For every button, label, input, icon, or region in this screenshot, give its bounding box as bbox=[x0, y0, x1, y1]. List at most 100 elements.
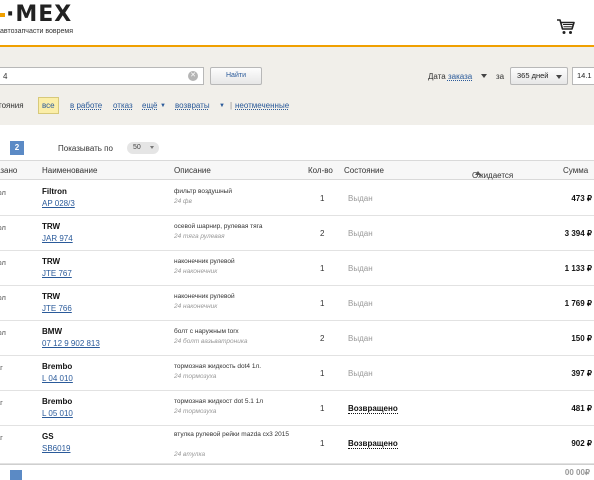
order-date: юл bbox=[0, 293, 6, 302]
article-link[interactable]: AP 028/3 bbox=[42, 199, 75, 208]
quantity: 1 bbox=[320, 369, 325, 378]
article-link[interactable]: JTE 766 bbox=[42, 304, 72, 313]
quantity: 2 bbox=[320, 229, 325, 238]
period-label: за bbox=[496, 72, 505, 81]
pagination-bar: 2 Показывать по 50 bbox=[0, 138, 594, 158]
col-sum[interactable]: Сумма bbox=[563, 166, 588, 175]
date-label-text: Дата bbox=[428, 72, 446, 81]
status-badge[interactable]: Возвращено bbox=[348, 404, 398, 414]
filter-in-work[interactable]: в работе bbox=[70, 99, 102, 113]
article-link[interactable]: 07 12 9 902 813 bbox=[42, 339, 100, 348]
date-field-link[interactable]: заказа bbox=[448, 72, 472, 81]
period-select[interactable]: 365 дней bbox=[510, 67, 568, 85]
quantity: 1 bbox=[320, 264, 325, 273]
status-badge[interactable]: Возвращено bbox=[348, 439, 398, 449]
table-row[interactable]: юл 0 TRW JTE 767 наконечник рулевой 24 н… bbox=[0, 251, 594, 286]
order-date: аг bbox=[0, 433, 3, 442]
article-link[interactable]: L 05 010 bbox=[42, 409, 73, 418]
comment: 24 тормозуха bbox=[174, 408, 217, 415]
date-field-chevron-down-icon[interactable] bbox=[481, 74, 487, 78]
quantity: 1 bbox=[320, 404, 325, 413]
filter-returns[interactable]: возвраты bbox=[175, 99, 210, 113]
col-qty[interactable]: Кол-во bbox=[308, 166, 333, 175]
order-date: юл bbox=[0, 188, 6, 197]
article-link[interactable]: SB6019 bbox=[42, 444, 70, 453]
page-size-select[interactable]: 50 bbox=[127, 142, 159, 154]
comment: 24 наконечник bbox=[174, 268, 218, 275]
filter-unmarked[interactable]: неотмеченные bbox=[235, 99, 289, 113]
table-row[interactable]: юл 5 Filtron AP 028/3 фильтр воздушный 2… bbox=[0, 181, 594, 216]
col-description[interactable]: Описание bbox=[174, 166, 211, 175]
description: болт с наружным torx bbox=[174, 328, 239, 335]
order-date: юл bbox=[0, 223, 6, 232]
table-row[interactable]: юл 6 TRW JAR 974 осевой шарнир, рулевая … bbox=[0, 216, 594, 251]
col-status[interactable]: Состояние bbox=[344, 166, 384, 175]
table-row[interactable]: аг 5 Brembo L 05 010 тормозная жидкост d… bbox=[0, 391, 594, 426]
sort-asc-icon bbox=[475, 171, 481, 175]
brand: BMW bbox=[42, 327, 62, 336]
status-badge: Выдан bbox=[348, 334, 373, 343]
article-link[interactable]: JAR 974 bbox=[42, 234, 73, 243]
filter-all[interactable]: все bbox=[38, 97, 59, 114]
brand: Filtron bbox=[42, 187, 67, 196]
description: тормозная жидкость dot4 1л. bbox=[174, 363, 262, 370]
article-link[interactable]: JTE 767 bbox=[42, 269, 72, 278]
row-sum: 481 ₽ bbox=[571, 404, 592, 413]
order-date: юл bbox=[0, 328, 6, 337]
brand: TRW bbox=[42, 222, 61, 231]
status-badge: Выдан bbox=[348, 369, 373, 378]
row-sum: 902 ₽ bbox=[571, 439, 592, 448]
row-sum: 1 133 ₽ bbox=[564, 264, 592, 273]
description: втулка рулевой рейки mazda cx3 2015 bbox=[174, 431, 289, 438]
order-date: аг bbox=[0, 398, 3, 407]
show-by-label: Показывать по bbox=[58, 144, 113, 153]
page-button-active[interactable]: 2 bbox=[10, 141, 24, 155]
col-ordered[interactable]: азано bbox=[0, 166, 17, 175]
status-badge: Выдан bbox=[348, 194, 373, 203]
description: тормозная жидкост dot 5.1 1л bbox=[174, 398, 264, 405]
filter-returns-chevron-down-icon[interactable]: ▼ bbox=[219, 99, 225, 113]
row-sum: 473 ₽ bbox=[571, 194, 592, 203]
row-sum: 150 ₽ bbox=[571, 334, 592, 343]
logo-text: ·MEX bbox=[6, 2, 73, 27]
status-badge: Выдан bbox=[348, 229, 373, 238]
search-input[interactable] bbox=[0, 67, 204, 85]
status-badge: Выдан bbox=[348, 264, 373, 273]
brand: TRW bbox=[42, 292, 61, 301]
table-row[interactable]: юл 5 BMW 07 12 9 902 813 болт с наружным… bbox=[0, 321, 594, 356]
description: наконечник рулевой bbox=[174, 293, 235, 300]
status-badge: Выдан bbox=[348, 299, 373, 308]
quantity: 1 bbox=[320, 299, 325, 308]
comment: 24 тормозуха bbox=[174, 373, 217, 380]
col-name[interactable]: Наименование bbox=[42, 166, 97, 175]
page-button-footer[interactable] bbox=[10, 470, 22, 480]
comment: 24 наконечник bbox=[174, 303, 218, 310]
orders-table-header: азано Наименование Описание Кол-во Состо… bbox=[0, 160, 594, 180]
brand: Brembo bbox=[42, 362, 73, 371]
quantity: 1 bbox=[320, 439, 325, 448]
find-button[interactable]: Найти bbox=[210, 67, 262, 85]
comment: 24 втулка bbox=[174, 451, 206, 458]
description: наконечник рулевой bbox=[174, 258, 235, 265]
row-sum: 3 394 ₽ bbox=[564, 229, 592, 238]
quantity: 1 bbox=[320, 194, 325, 203]
comment: 24 тяга рулевая bbox=[174, 233, 225, 240]
cart-icon[interactable] bbox=[556, 18, 576, 36]
order-date: аг bbox=[0, 363, 3, 372]
filter-refusal[interactable]: отказ bbox=[113, 99, 133, 113]
table-row[interactable]: юл 0 TRW JTE 766 наконечник рулевой 24 н… bbox=[0, 286, 594, 321]
total-sum: 00 00₽ bbox=[564, 468, 590, 477]
table-row[interactable]: аг 5 Brembo L 04 010 тормозная жидкость … bbox=[0, 356, 594, 391]
description: осевой шарнир, рулевая тяга bbox=[174, 223, 263, 230]
site-logo[interactable]: ·MEX bbox=[0, 2, 72, 27]
filter-more[interactable]: ещё bbox=[142, 99, 157, 113]
comment: 24 фв bbox=[174, 198, 192, 205]
clear-icon[interactable]: ✕ bbox=[188, 71, 198, 81]
description: фильтр воздушный bbox=[174, 188, 232, 195]
filter-more-chevron-down-icon[interactable]: ▼ bbox=[160, 99, 166, 113]
date-input[interactable]: 14.1 bbox=[572, 67, 594, 85]
brand: GS bbox=[42, 432, 54, 441]
table-row[interactable]: аг 0 GS SB6019 втулка рулевой рейки mazd… bbox=[0, 426, 594, 464]
article-link[interactable]: L 04 010 bbox=[42, 374, 73, 383]
filter-separator: | bbox=[230, 101, 233, 110]
